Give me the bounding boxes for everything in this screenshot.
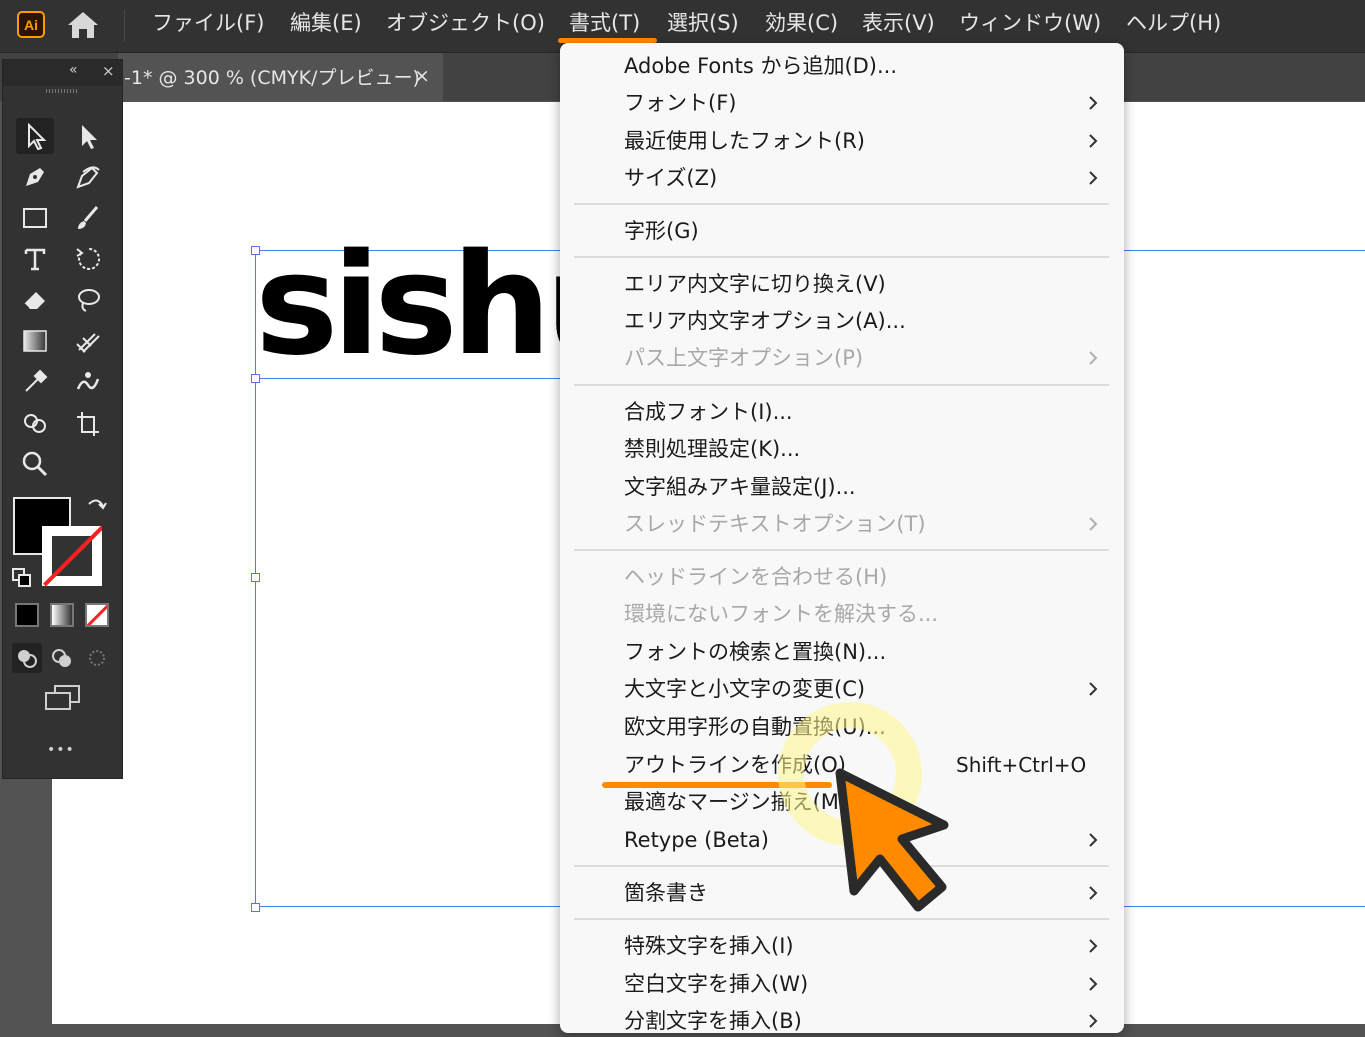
chevron-right-icon — [1089, 1014, 1098, 1028]
rotate-tool-icon[interactable] — [69, 241, 107, 277]
draw-inside-icon[interactable] — [82, 643, 112, 673]
menu-item-area-type-options[interactable]: エリア内文字オプション(A)... — [624, 305, 906, 337]
bounding-handle-top-left[interactable] — [251, 246, 260, 255]
default-fill-stroke-icon[interactable] — [11, 567, 33, 589]
menu-item-recent-fonts[interactable]: 最近使用したフォント(R) — [624, 125, 865, 157]
menu-separator — [574, 256, 1109, 258]
menu-item-insert-special-character[interactable]: 特殊文字を挿入(I) — [624, 930, 794, 962]
lasso-tool-icon[interactable] — [69, 282, 107, 318]
document-tab-title: -1* @ 300 % (CMYK/プレビュー) — [124, 67, 420, 89]
gradient-mode-button[interactable] — [50, 603, 74, 627]
draw-normal-icon[interactable] — [12, 643, 42, 673]
chevron-right-icon — [1089, 682, 1098, 696]
menu-item-threaded-text-options[interactable]: スレッドテキストオプション(T) — [624, 508, 926, 540]
stroke-swatch[interactable] — [42, 526, 102, 586]
home-icon[interactable] — [66, 9, 100, 41]
bounding-handle-bottom-left[interactable] — [251, 903, 260, 912]
menu-item-resolve-missing-fonts[interactable]: 環境にないフォントを解決する... — [624, 598, 938, 630]
menu-item-composite-fonts[interactable]: 合成フォント(I)... — [624, 396, 793, 428]
cursor-arrow-icon — [835, 768, 949, 912]
menu-item-type-on-path-options[interactable]: パス上文字オプション(P) — [624, 342, 863, 374]
type-tool-icon[interactable] — [16, 241, 54, 277]
grip-icon[interactable] — [46, 89, 78, 93]
menu-item-convert-to-area-type[interactable]: エリア内文字に切り換え(V) — [624, 268, 886, 300]
pen-tool-icon[interactable] — [16, 159, 54, 195]
rectangle-tool-icon[interactable] — [16, 200, 54, 236]
menu-item-add-adobe-fonts[interactable]: Adobe Fonts から追加(D)... — [624, 50, 897, 82]
menubar-divider — [124, 10, 125, 42]
text-baseline — [255, 378, 560, 379]
zoom-tool-icon[interactable] — [16, 446, 54, 482]
mesh-tool-icon[interactable] — [69, 323, 107, 359]
none-mode-button[interactable] — [85, 603, 109, 627]
close-icon[interactable]: × — [414, 65, 430, 87]
menu-edit[interactable]: 編集(E) — [290, 8, 362, 38]
menu-item-bullets[interactable]: 箇条書き — [624, 877, 708, 909]
paintbrush-tool-icon[interactable] — [69, 200, 107, 236]
menu-type[interactable]: 書式(T) — [569, 8, 640, 38]
menu-separator — [574, 918, 1109, 920]
document-tab[interactable]: -1* @ 300 % (CMYK/プレビュー) × — [118, 53, 443, 101]
chevron-right-icon — [1089, 351, 1098, 365]
menu-object[interactable]: オブジェクト(O) — [386, 8, 545, 38]
menu-item-size[interactable]: サイズ(Z) — [624, 162, 717, 194]
curvature-tool-icon[interactable] — [69, 159, 107, 195]
chevron-right-icon — [1089, 977, 1098, 991]
chevron-right-icon — [1089, 96, 1098, 110]
menu-file[interactable]: ファイル(F) — [152, 8, 264, 38]
selection-tool-icon[interactable] — [16, 118, 54, 154]
more-tools-icon[interactable]: ••• — [47, 742, 75, 758]
tools-panel: « × ••• — [2, 59, 123, 779]
menu-item-kinsoku-settings[interactable]: 禁則処理設定(K)... — [624, 433, 800, 465]
direct-selection-tool-icon[interactable] — [69, 118, 107, 154]
menu-item-change-case[interactable]: 大文字と小文字の変更(C) — [624, 673, 865, 705]
chevron-right-icon — [1089, 134, 1098, 148]
chevron-right-icon — [1089, 517, 1098, 531]
color-mode-button[interactable] — [15, 603, 39, 627]
bounding-handle-middle-left[interactable] — [251, 573, 260, 582]
create-outlines-shortcut: Shift+Ctrl+O — [956, 753, 1087, 777]
menu-item-insert-break[interactable]: 分割文字を挿入(B) — [624, 1005, 802, 1037]
close-icon[interactable]: × — [102, 62, 115, 80]
collapse-icon[interactable]: « — [69, 62, 78, 78]
menu-separator — [574, 203, 1109, 205]
gradient-tool-icon[interactable] — [16, 323, 54, 359]
menu-separator — [574, 384, 1109, 386]
menu-select[interactable]: 選択(S) — [667, 8, 739, 38]
menu-window[interactable]: ウィンドウ(W) — [959, 8, 1101, 38]
artboard-tool-icon[interactable] — [69, 405, 107, 441]
shape-builder-tool-icon[interactable] — [16, 405, 54, 441]
menu-item-glyphs[interactable]: 字形(G) — [624, 215, 699, 247]
menu-item-retype-beta[interactable]: Retype (Beta) — [624, 824, 769, 856]
chevron-right-icon — [1089, 939, 1098, 953]
illustrator-logo: Ai — [17, 11, 45, 38]
chevron-right-icon — [1089, 833, 1098, 847]
menu-item-fit-headline[interactable]: ヘッドラインを合わせる(H) — [624, 561, 887, 593]
tools-panel-header: « × — [3, 60, 122, 86]
screen-mode-icon[interactable] — [43, 683, 83, 713]
canvas-text[interactable]: sishu — [255, 226, 560, 386]
menu-help[interactable]: ヘルプ(H) — [1126, 8, 1221, 38]
draw-behind-icon[interactable] — [47, 643, 77, 673]
menu-item-find-replace-font[interactable]: フォントの検索と置換(N)... — [624, 636, 886, 668]
swap-fill-stroke-icon[interactable] — [85, 496, 109, 520]
menu-item-font[interactable]: フォント(F) — [624, 87, 736, 119]
eraser-tool-icon[interactable] — [16, 282, 54, 318]
chevron-right-icon — [1089, 886, 1098, 900]
menu-item-mojikumi-settings[interactable]: 文字組みアキ量設定(J)... — [624, 471, 856, 503]
eyedropper-tool-icon[interactable] — [16, 364, 54, 400]
puppet-warp-tool-icon[interactable] — [69, 364, 107, 400]
menu-effect[interactable]: 効果(C) — [765, 8, 838, 38]
chevron-right-icon — [1089, 171, 1098, 185]
menu-view[interactable]: 表示(V) — [862, 8, 935, 38]
bounding-handle-baseline[interactable] — [251, 374, 260, 383]
menu-item-insert-whitespace[interactable]: 空白文字を挿入(W) — [624, 968, 808, 1000]
menu-separator — [574, 549, 1109, 551]
